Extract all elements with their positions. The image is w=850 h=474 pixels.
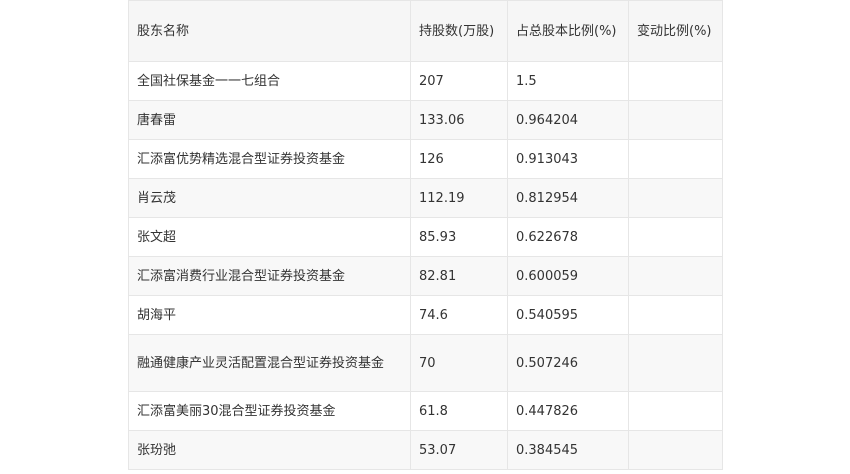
table-row: 唐春雷 133.06 0.964204 <box>128 100 723 140</box>
cell-shares-held: 126 <box>410 139 508 179</box>
cell-shareholder-name: 唐春雷 <box>128 100 411 140</box>
cell-change-ratio <box>628 391 723 431</box>
cell-change-ratio <box>628 430 723 470</box>
cell-shares-held: 61.8 <box>410 391 508 431</box>
cell-share-ratio: 0.600059 <box>507 256 629 296</box>
cell-shares-held: 74.6 <box>410 295 508 335</box>
header-share-ratio: 占总股本比例(%) <box>507 0 629 62</box>
cell-share-ratio: 0.913043 <box>507 139 629 179</box>
cell-change-ratio <box>628 178 723 218</box>
cell-change-ratio <box>628 100 723 140</box>
table-row: 张玢弛 53.07 0.384545 <box>128 430 723 470</box>
cell-shares-held: 70 <box>410 334 508 392</box>
cell-shares-held: 85.93 <box>410 217 508 257</box>
cell-change-ratio <box>628 139 723 179</box>
header-change-ratio: 变动比例(%) <box>628 0 723 62</box>
table-row: 融通健康产业灵活配置混合型证券投资基金 70 0.507246 <box>128 334 723 392</box>
table-row: 汇添富优势精选混合型证券投资基金 126 0.913043 <box>128 139 723 179</box>
table-row: 汇添富美丽30混合型证券投资基金 61.8 0.447826 <box>128 391 723 431</box>
cell-shares-held: 53.07 <box>410 430 508 470</box>
cell-change-ratio <box>628 334 723 392</box>
table-row: 肖云茂 112.19 0.812954 <box>128 178 723 218</box>
table-row: 张文超 85.93 0.622678 <box>128 217 723 257</box>
cell-change-ratio <box>628 61 723 101</box>
cell-share-ratio: 0.812954 <box>507 178 629 218</box>
cell-shareholder-name: 张文超 <box>128 217 411 257</box>
shareholder-table-container: 股东名称 持股数(万股) 占总股本比例(%) 变动比例(%) 全国社保基金一一七… <box>128 0 723 470</box>
cell-share-ratio: 1.5 <box>507 61 629 101</box>
cell-shareholder-name: 肖云茂 <box>128 178 411 218</box>
cell-change-ratio <box>628 217 723 257</box>
cell-shareholder-name: 全国社保基金一一七组合 <box>128 61 411 101</box>
cell-shareholder-name: 融通健康产业灵活配置混合型证券投资基金 <box>128 334 411 392</box>
cell-share-ratio: 0.447826 <box>507 391 629 431</box>
header-shares-held: 持股数(万股) <box>410 0 508 62</box>
table-row: 汇添富消费行业混合型证券投资基金 82.81 0.600059 <box>128 256 723 296</box>
cell-shares-held: 207 <box>410 61 508 101</box>
cell-shareholder-name: 汇添富优势精选混合型证券投资基金 <box>128 139 411 179</box>
cell-shareholder-name: 胡海平 <box>128 295 411 335</box>
cell-shareholder-name: 张玢弛 <box>128 430 411 470</box>
cell-shares-held: 112.19 <box>410 178 508 218</box>
header-shareholder-name: 股东名称 <box>128 0 411 62</box>
cell-share-ratio: 0.507246 <box>507 334 629 392</box>
cell-share-ratio: 0.964204 <box>507 100 629 140</box>
table-row: 胡海平 74.6 0.540595 <box>128 295 723 335</box>
cell-shares-held: 82.81 <box>410 256 508 296</box>
cell-shareholder-name: 汇添富美丽30混合型证券投资基金 <box>128 391 411 431</box>
cell-shares-held: 133.06 <box>410 100 508 140</box>
cell-shareholder-name: 汇添富消费行业混合型证券投资基金 <box>128 256 411 296</box>
shareholder-table: 股东名称 持股数(万股) 占总股本比例(%) 变动比例(%) 全国社保基金一一七… <box>128 0 723 470</box>
cell-share-ratio: 0.622678 <box>507 217 629 257</box>
table-header-row: 股东名称 持股数(万股) 占总股本比例(%) 变动比例(%) <box>128 0 723 62</box>
cell-share-ratio: 0.540595 <box>507 295 629 335</box>
cell-share-ratio: 0.384545 <box>507 430 629 470</box>
cell-change-ratio <box>628 256 723 296</box>
table-row: 全国社保基金一一七组合 207 1.5 <box>128 61 723 101</box>
cell-change-ratio <box>628 295 723 335</box>
